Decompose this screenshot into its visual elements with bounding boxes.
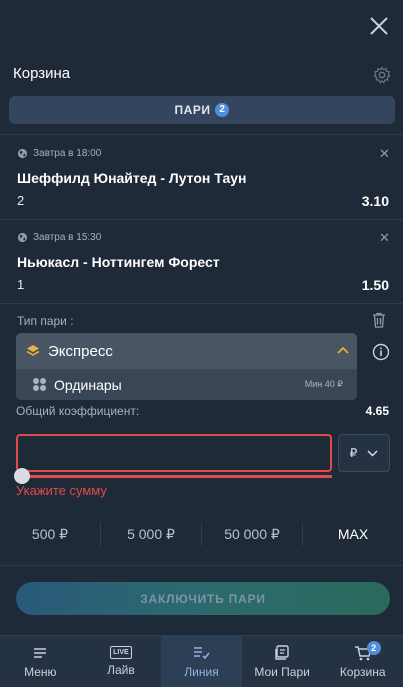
menu-icon [34, 647, 47, 658]
amount-input[interactable] [16, 434, 332, 472]
bottom-nav: Меню LIVE Лайв Линия Мои Пари 2 Корзина [0, 635, 403, 687]
top-bar [0, 0, 403, 60]
amount-error: Укажите сумму [16, 483, 107, 498]
quick-amount-button[interactable]: 500 ₽ [0, 520, 100, 548]
trash-icon[interactable] [372, 312, 386, 328]
grid-icon [33, 378, 46, 391]
bet-type-selected: Экспресс [48, 342, 113, 360]
bet-type-option-label: Ординары [54, 376, 122, 393]
bet-outcome: 2 [17, 193, 25, 208]
bet-type-option[interactable]: Ординары Мин 40 ₽ [16, 369, 357, 400]
cart-title: Корзина [13, 65, 71, 82]
bet-odds: 3.10 [361, 193, 389, 209]
tab-pari-count: 2 [215, 103, 230, 117]
bet-type-label: Тип пари : [17, 314, 74, 328]
bet-time-text: Завтра в 18:00 [33, 148, 102, 159]
nav-label: Корзина [339, 664, 386, 679]
nav-label: Линия [184, 664, 219, 679]
remove-bet-button[interactable]: ✕ [379, 230, 390, 246]
quick-amounts: 500 ₽ 5 000 ₽ 50 000 ₽ MAX [0, 520, 403, 548]
total-odds-value: 4.65 [365, 404, 389, 418]
max-amount-button[interactable]: MAX [303, 520, 403, 548]
bet-time: Завтра в 18:00 [17, 148, 101, 159]
bet-time: Завтра в 15:30 [17, 232, 101, 243]
bet-time-text: Завтра в 15:30 [33, 232, 102, 243]
currency-select[interactable]: ₽ [338, 434, 390, 472]
info-icon[interactable] [372, 343, 390, 361]
gear-icon[interactable] [373, 66, 391, 84]
divider [0, 303, 403, 304]
bet-match: Шеффилд Юнайтед - Лутон Таун [17, 170, 247, 186]
layers-icon [26, 345, 40, 356]
cart-badge: 2 [366, 641, 381, 655]
chevron-up-icon [337, 346, 349, 354]
tab-pari[interactable]: ПАРИ 2 [9, 96, 395, 124]
ticket-icon [275, 644, 289, 660]
divider [0, 219, 403, 220]
checklist-icon [194, 646, 211, 659]
bet-outcome: 1 [17, 277, 25, 292]
bet-odds: 1.50 [361, 277, 389, 293]
globe-icon [17, 232, 28, 243]
amount-slider-track[interactable] [22, 475, 332, 478]
place-bet-button[interactable]: ЗАКЛЮЧИТЬ ПАРИ [16, 582, 390, 615]
quick-amount-button[interactable]: 5 000 ₽ [101, 520, 201, 548]
divider [0, 134, 403, 135]
nav-label: Мои Пари [254, 664, 310, 679]
total-odds-label: Общий коэффициент: [16, 404, 140, 418]
bet-type-option-min: Мин 40 ₽ [304, 379, 343, 389]
nav-cart[interactable]: 2 Корзина [322, 636, 403, 687]
live-icon: LIVE [110, 646, 132, 659]
remove-bet-button[interactable]: ✕ [379, 146, 390, 162]
nav-live[interactable]: LIVE Лайв [81, 636, 162, 687]
bet-type-dropdown[interactable]: Экспресс [16, 333, 357, 369]
globe-icon [17, 148, 28, 159]
nav-menu[interactable]: Меню [0, 636, 81, 687]
chevron-down-icon [367, 450, 378, 456]
amount-slider-handle[interactable] [14, 468, 30, 484]
nav-label: Лайв [107, 663, 135, 677]
divider [0, 565, 403, 566]
nav-my-bets[interactable]: Мои Пари [242, 636, 323, 687]
bet-match: Ньюкасл - Ноттингем Форест [17, 254, 220, 270]
tab-pari-label: ПАРИ [174, 103, 211, 117]
nav-label: Меню [24, 664, 57, 679]
close-icon[interactable] [367, 14, 391, 38]
quick-amount-button[interactable]: 50 000 ₽ [202, 520, 302, 548]
currency-label: ₽ [349, 446, 358, 460]
nav-line[interactable]: Линия [161, 636, 242, 687]
